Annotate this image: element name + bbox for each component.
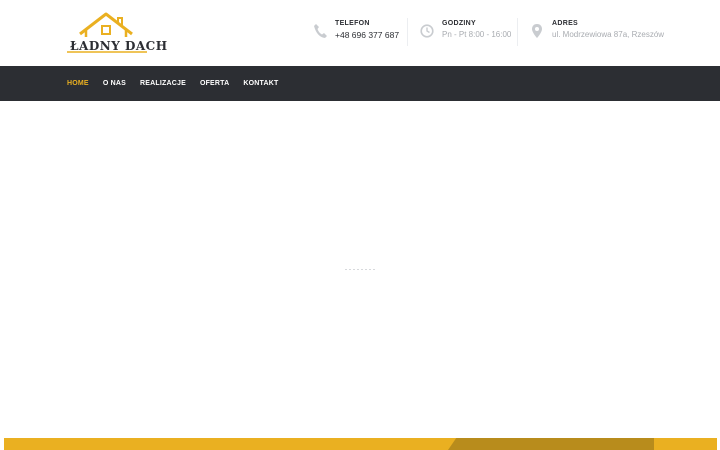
address-label: ADRES bbox=[552, 20, 579, 27]
nav-item-oferta[interactable]: OFERTA bbox=[200, 80, 229, 87]
header-divider bbox=[407, 18, 408, 46]
footer-accent-band bbox=[4, 438, 717, 450]
nav-item-o-nas[interactable]: O NAS bbox=[103, 80, 126, 87]
nav-item-kontakt[interactable]: KONTAKT bbox=[243, 80, 278, 87]
hours-label: GODZINY bbox=[442, 20, 476, 27]
site-header: ŁADNY DACH TELEFON +48 696 377 687 GODZI… bbox=[0, 0, 720, 66]
main-navbar: HOME O NAS REALIZACJE OFERTA KONTAKT bbox=[0, 66, 720, 101]
nav-item-realizacje[interactable]: REALIZACJE bbox=[140, 80, 186, 87]
header-hours: GODZINY Pn - Pt 8:00 - 16:00 bbox=[420, 18, 516, 50]
phone-icon bbox=[314, 24, 327, 38]
header-address: ADRES ul. Modrzewiowa 87a, Rzeszów bbox=[530, 18, 670, 50]
main-menu: HOME O NAS REALIZACJE OFERTA KONTAKT bbox=[67, 66, 293, 101]
logo-text: ŁADNY DACH bbox=[70, 39, 168, 53]
header-phone[interactable]: TELEFON +48 696 377 687 bbox=[313, 18, 405, 50]
footer-accent-shape bbox=[448, 438, 654, 450]
page-content bbox=[0, 101, 720, 438]
header-divider bbox=[517, 18, 518, 46]
hours-value: Pn - Pt 8:00 - 16:00 bbox=[442, 30, 512, 39]
phone-value[interactable]: +48 696 377 687 bbox=[335, 30, 399, 40]
loading-indicator bbox=[345, 269, 375, 271]
site-logo[interactable]: ŁADNY DACH bbox=[66, 12, 167, 56]
map-pin-icon bbox=[532, 24, 542, 38]
nav-item-home[interactable]: HOME bbox=[67, 80, 89, 87]
address-value: ul. Modrzewiowa 87a, Rzeszów bbox=[552, 30, 665, 39]
clock-icon bbox=[420, 24, 434, 38]
phone-label: TELEFON bbox=[335, 20, 370, 27]
